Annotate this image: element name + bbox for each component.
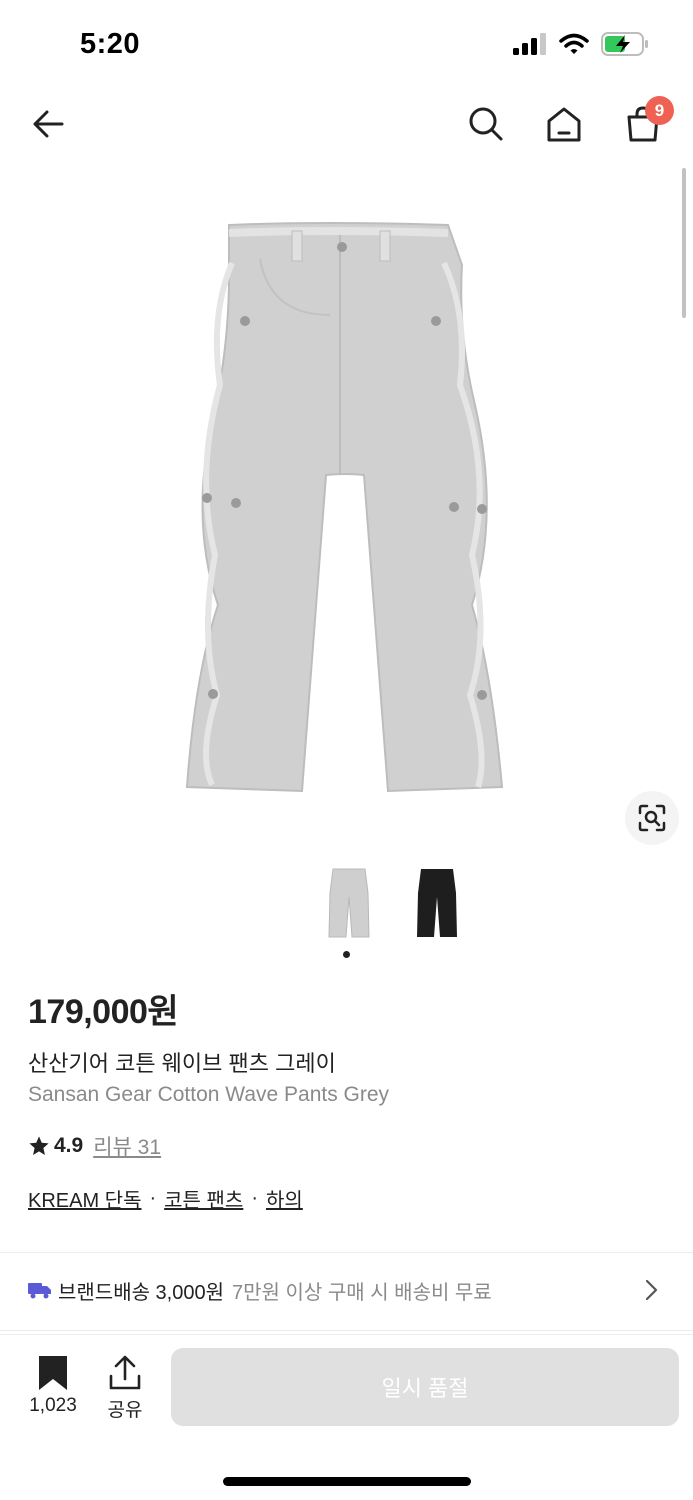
product-title-korean: 산산기어 코튼 웨이브 팬츠 그레이 [28,1051,336,1076]
bookmark-count: 1,023 [29,1395,77,1416]
home-button[interactable] [538,98,590,150]
search-icon [469,107,503,141]
status-time: 5:20 [80,28,141,60]
sold-out-button[interactable]: 일시 품절 [171,1348,679,1426]
tag-separator: · [149,1187,157,1209]
review-link[interactable]: 리뷰 31 [93,1131,161,1161]
thumbnail-grey[interactable] [318,862,380,944]
status-icons [513,32,649,56]
rating-row: 4.9 리뷰 31 [28,1131,161,1161]
black-pants-thumbnail-image [417,869,457,937]
share-button[interactable]: 공유 [98,1355,152,1435]
home-icon [547,107,581,142]
star-icon [29,1136,49,1155]
battery-icon [601,32,648,56]
carousel-dot-active [343,951,350,958]
wifi-icon [559,33,589,54]
search-button[interactable] [460,98,512,150]
share-icon [109,1355,141,1390]
shipping-fee-label: 브랜드배송 3,000원 [58,1281,225,1304]
status-bar: 5:20 [0,0,693,92]
bookmark-icon [39,1356,67,1390]
thumbnail-black[interactable] [406,862,468,944]
shipping-row[interactable]: 브랜드배송 3,000원 7만원 이상 구매 시 배송비 무료 [28,1266,668,1314]
signal-icon [513,33,546,55]
section-divider [0,1330,693,1331]
section-divider [0,1252,693,1253]
bottom-action-bar: 1,023 공유 일시 품절 [0,1334,693,1500]
rating-value: 4.9 [54,1134,84,1157]
tag-link-bottoms[interactable]: 하의 [266,1184,303,1213]
image-thumbnails [318,862,468,944]
arrow-left-icon [33,110,64,138]
product-image-grey-pants[interactable] [120,175,570,835]
tag-row: KREAM 단독 · 코튼 팬츠 · 하의 [28,1184,303,1213]
home-indicator [223,1477,471,1486]
back-button[interactable] [22,98,74,150]
tag-separator: · [251,1187,258,1209]
tag-link-cotton-pants[interactable]: 코튼 팬츠 [164,1184,243,1213]
app-header [0,92,693,156]
truck-icon [28,1283,51,1299]
product-title-english: Sansan Gear Cotton Wave Pants Grey [28,1083,390,1106]
chevron-right-icon [645,1279,658,1301]
scroll-indicator [682,168,686,318]
tag-link-kream-exclusive[interactable]: KREAM 단독 [28,1184,141,1213]
share-label: 공유 [107,1400,143,1421]
bookmark-button[interactable]: 1,023 [22,1355,84,1435]
image-search-button[interactable] [625,791,679,845]
grey-pants-thumbnail-image [328,868,370,938]
image-search-icon [638,804,666,832]
product-price: 179,000원 [28,993,179,1031]
cart-count-badge: 9 [645,96,674,125]
free-shipping-note: 7만원 이상 구매 시 배송비 무료 [232,1281,492,1304]
